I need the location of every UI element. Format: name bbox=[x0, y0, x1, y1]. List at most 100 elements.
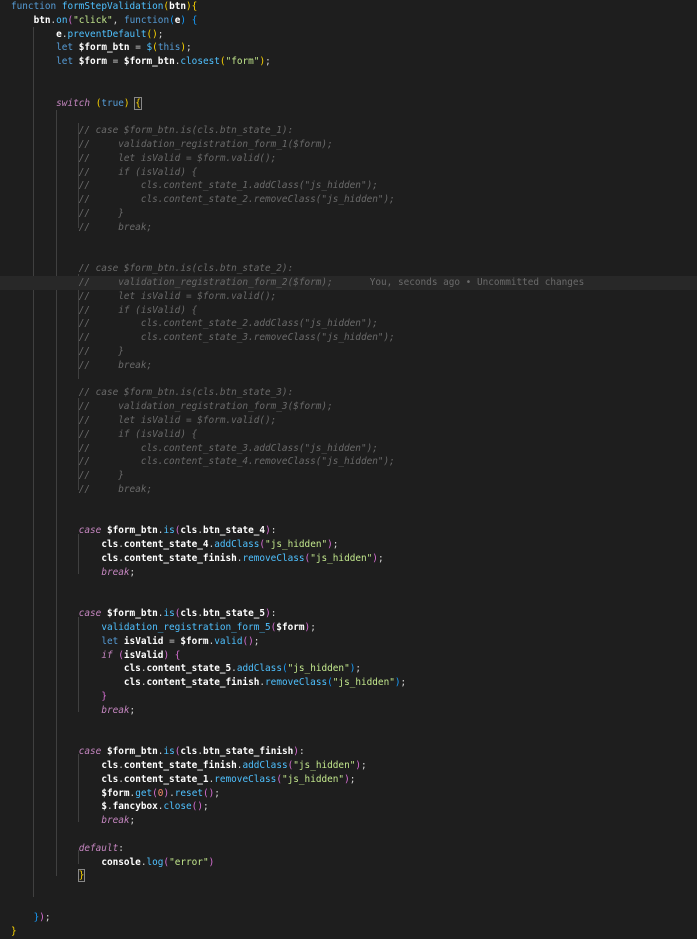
code-line[interactable]: } bbox=[0, 869, 697, 883]
code-token: // case $form_btn.is(cls.btn_state_1): bbox=[78, 125, 294, 137]
code-line[interactable]: console.log("error") bbox=[0, 856, 697, 870]
code-token: cls bbox=[101, 773, 119, 785]
code-line[interactable]: // if (isValid) { bbox=[0, 166, 697, 180]
code-line[interactable] bbox=[0, 883, 697, 897]
code-line[interactable]: } bbox=[0, 690, 697, 704]
code-line[interactable]: // let isValid = $form.valid(); bbox=[0, 290, 697, 304]
code-token: "js_hidden" bbox=[281, 773, 345, 785]
code-line[interactable]: // case $form_btn.is(cls.btn_state_1): bbox=[0, 124, 697, 138]
code-line[interactable]: function formStepValidation(btn){ bbox=[0, 0, 697, 14]
code-line[interactable] bbox=[0, 718, 697, 732]
code-line[interactable]: // validation_registration_form_1($form)… bbox=[0, 138, 697, 152]
code-line[interactable]: // validation_registration_form_3($form)… bbox=[0, 400, 697, 414]
code-line[interactable]: switch (true) { bbox=[0, 96, 697, 111]
code-line[interactable]: // cls.content_state_2.removeClass("js_h… bbox=[0, 193, 697, 207]
code-line[interactable]: // break; bbox=[0, 483, 697, 497]
code-line[interactable]: // break; bbox=[0, 221, 697, 235]
code-line[interactable]: btn.on("click", function(e) { bbox=[0, 14, 697, 28]
code-line[interactable] bbox=[0, 897, 697, 911]
code-token: content_state_finish bbox=[123, 553, 237, 564]
code-token: ; bbox=[44, 911, 51, 923]
code-line[interactable] bbox=[0, 593, 697, 607]
code-line[interactable] bbox=[0, 373, 697, 387]
code-line[interactable]: case $form_btn.is(cls.btn_state_5): bbox=[0, 607, 697, 621]
code-token: : bbox=[270, 525, 277, 537]
code-line[interactable]: // } bbox=[0, 469, 697, 483]
code-line[interactable] bbox=[0, 235, 697, 249]
code-line[interactable]: default: bbox=[0, 842, 697, 856]
code-line[interactable]: // } bbox=[0, 345, 697, 359]
code-token: // cls.content_state_3.addClass("js_hidd… bbox=[78, 442, 378, 454]
code-line[interactable]: // case $form_btn.is(cls.btn_state_3): bbox=[0, 386, 697, 400]
code-token: $form bbox=[276, 622, 305, 633]
code-line[interactable]: $form.get(0).reset(); bbox=[0, 787, 697, 801]
code-line[interactable]: // cls.content_state_2.addClass("js_hidd… bbox=[0, 317, 697, 331]
code-line-current[interactable]: // validation_registration_form_2($form)… bbox=[0, 276, 697, 290]
code-line[interactable] bbox=[0, 110, 697, 124]
code-line[interactable]: // let isValid = $form.valid(); bbox=[0, 152, 697, 166]
code-line[interactable]: // cls.content_state_1.addClass("js_hidd… bbox=[0, 179, 697, 193]
code-line[interactable]: $.fancybox.close(); bbox=[0, 800, 697, 814]
code-line[interactable]: case $form_btn.is(cls.btn_state_4): bbox=[0, 524, 697, 538]
code-line[interactable]: e.preventDefault(); bbox=[0, 28, 697, 42]
code-line[interactable]: let $form_btn = $(this); bbox=[0, 41, 697, 55]
code-line[interactable] bbox=[0, 248, 697, 262]
code-line[interactable]: // if (isValid) { bbox=[0, 304, 697, 318]
code-line[interactable]: break; bbox=[0, 566, 697, 580]
code-line[interactable]: // cls.content_state_3.removeClass("js_h… bbox=[0, 331, 697, 345]
code-editor[interactable]: function formStepValidation(btn){ btn.on… bbox=[0, 0, 697, 939]
code-token: removeClass bbox=[265, 677, 328, 689]
code-line[interactable]: // case $form_btn.is(cls.btn_state_2): bbox=[0, 262, 697, 276]
code-line[interactable]: // if (isValid) { bbox=[0, 428, 697, 442]
code-line[interactable]: cls.content_state_1.removeClass("js_hidd… bbox=[0, 773, 697, 787]
code-line[interactable]: break; bbox=[0, 814, 697, 828]
code-line[interactable]: let isValid = $form.valid(); bbox=[0, 635, 697, 649]
code-line[interactable] bbox=[0, 511, 697, 525]
code-line[interactable] bbox=[0, 580, 697, 594]
code-line[interactable] bbox=[0, 83, 697, 97]
code-line[interactable]: validation_registration_form_5($form); bbox=[0, 621, 697, 635]
code-line[interactable] bbox=[0, 497, 697, 511]
code-line[interactable]: case $form_btn.is(cls.btn_state_finish): bbox=[0, 745, 697, 759]
code-line[interactable]: }); bbox=[0, 911, 697, 925]
code-token: // let isValid = $form.valid(); bbox=[78, 415, 277, 426]
code-line[interactable]: let $form = $form_btn.closest("form"); bbox=[0, 55, 697, 69]
code-line[interactable] bbox=[0, 731, 697, 745]
code-token: ; bbox=[332, 539, 339, 551]
code-token: "form" bbox=[225, 56, 260, 68]
code-token: btn_state_4 bbox=[202, 525, 266, 537]
code-line[interactable] bbox=[0, 69, 697, 83]
code-line[interactable]: break; bbox=[0, 704, 697, 718]
code-line[interactable]: // break; bbox=[0, 359, 697, 373]
code-token: // case $form_btn.is(cls.btn_state_3): bbox=[78, 387, 294, 399]
code-line[interactable]: if (isValid) { bbox=[0, 649, 697, 663]
code-line[interactable]: // let isValid = $form.valid(); bbox=[0, 414, 697, 428]
code-token: content_state_finish bbox=[123, 760, 237, 771]
code-token: } bbox=[77, 869, 86, 883]
code-line[interactable]: // cls.content_state_4.removeClass("js_h… bbox=[0, 455, 697, 469]
code-line[interactable]: // cls.content_state_3.addClass("js_hidd… bbox=[0, 442, 697, 456]
code-line[interactable]: cls.content_state_5.addClass("js_hidden"… bbox=[0, 662, 697, 676]
code-line[interactable] bbox=[0, 828, 697, 842]
code-line[interactable]: cls.content_state_finish.removeClass("js… bbox=[0, 676, 697, 690]
code-line[interactable]: cls.content_state_finish.removeClass("js… bbox=[0, 552, 697, 566]
code-line[interactable]: } bbox=[0, 925, 697, 939]
code-token: this bbox=[157, 42, 181, 54]
code-line[interactable]: cls.content_state_4.addClass("js_hidden"… bbox=[0, 538, 697, 552]
code-line[interactable]: // } bbox=[0, 207, 697, 221]
code-token: ; bbox=[355, 663, 362, 675]
code-line[interactable]: cls.content_state_finish.addClass("js_hi… bbox=[0, 759, 697, 773]
code-token: ; bbox=[129, 815, 136, 827]
